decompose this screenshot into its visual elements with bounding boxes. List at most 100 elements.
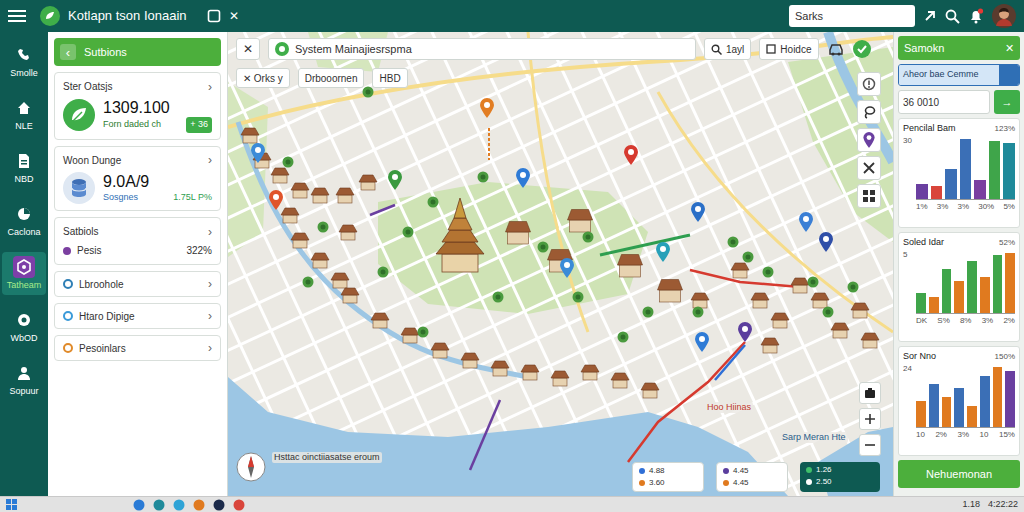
sidebar-item[interactable]: NLE <box>2 93 46 136</box>
chevron[interactable]: › <box>208 154 212 166</box>
close-button[interactable]: ✕ <box>236 38 260 60</box>
stat-card[interactable]: Ster Oatsjs›1309.100Forn daded ch+ 36 <box>54 72 221 140</box>
chart-bar[interactable] <box>942 269 952 313</box>
menu-icon[interactable] <box>8 9 26 23</box>
chart-bar[interactable] <box>916 184 928 199</box>
map-search[interactable] <box>268 38 696 60</box>
pin-icon[interactable] <box>388 170 402 190</box>
pin-icon[interactable] <box>738 322 752 342</box>
legend-chip[interactable]: 4.454.45 <box>716 462 788 492</box>
filter-chip[interactable]: HBD <box>372 68 407 88</box>
alert-icon[interactable] <box>857 72 881 96</box>
chart-bar[interactable] <box>954 281 964 313</box>
chart-bar[interactable] <box>916 401 926 427</box>
link-row[interactable]: Pesoinlars› <box>54 335 221 361</box>
layer-button[interactable]: Hoidce <box>759 38 818 60</box>
chart-bar[interactable] <box>931 186 943 199</box>
check-icon[interactable] <box>853 40 871 58</box>
window-icon[interactable] <box>207 9 221 23</box>
chevron[interactable]: › <box>208 226 212 238</box>
pin-icon[interactable] <box>819 232 833 252</box>
share-icon[interactable] <box>923 9 937 23</box>
app-icon[interactable] <box>133 499 145 511</box>
link-row[interactable]: Lbroohole› <box>54 271 221 297</box>
link-row[interactable]: Htaro Dipige› <box>54 303 221 329</box>
car-icon[interactable] <box>827 41 845 57</box>
chart-bar[interactable] <box>916 293 926 313</box>
pin-icon[interactable] <box>560 258 574 278</box>
camera-icon[interactable] <box>859 382 881 404</box>
chart-bar[interactable] <box>942 397 952 427</box>
chart-bar[interactable] <box>954 388 964 427</box>
chevron[interactable]: › <box>208 81 212 93</box>
search-box[interactable] <box>789 5 915 27</box>
pin-icon[interactable] <box>695 332 709 352</box>
pin-icon[interactable] <box>251 143 265 163</box>
tab[interactable]: Aheor bae Cemme <box>898 64 1020 86</box>
sidebar-item[interactable]: WbOD <box>2 305 46 348</box>
pin-icon[interactable] <box>691 202 705 222</box>
app-icon[interactable] <box>213 499 225 511</box>
chart-bar[interactable] <box>993 367 1003 427</box>
legend-chip[interactable]: 4.883.60 <box>632 462 704 492</box>
search-icon[interactable] <box>945 9 960 24</box>
app-icon[interactable] <box>233 499 245 511</box>
chevron[interactable]: › <box>208 278 212 290</box>
chart-bar[interactable] <box>967 406 977 427</box>
lasso-icon[interactable] <box>857 100 881 124</box>
chart-bar[interactable] <box>945 169 957 199</box>
sidebar-item[interactable]: Smolle <box>2 40 46 83</box>
chevron[interactable]: › <box>208 310 212 322</box>
action-button[interactable]: Nehuemonan <box>898 460 1020 488</box>
find-button[interactable]: 1ayl <box>704 38 751 60</box>
zoom-out-icon[interactable] <box>859 434 881 456</box>
chart-bar[interactable] <box>1003 143 1015 199</box>
filter-chip[interactable]: Drbooornen <box>298 68 365 88</box>
chart-bar[interactable] <box>967 261 977 313</box>
pin-icon[interactable] <box>656 242 670 262</box>
section-card[interactable]: Satbiols›Pesis322% <box>54 217 221 265</box>
avatar-icon[interactable] <box>992 4 1016 28</box>
start-icon[interactable] <box>6 499 17 510</box>
chart-bar[interactable] <box>929 384 939 427</box>
app-icon[interactable] <box>153 499 165 511</box>
text-field[interactable] <box>898 90 990 114</box>
grid-icon[interactable] <box>857 184 881 208</box>
zoom-in-icon[interactable] <box>859 408 881 430</box>
app-icon[interactable] <box>193 499 205 511</box>
chart-bar[interactable] <box>993 255 1003 313</box>
chart-bar[interactable] <box>929 297 939 313</box>
back-button[interactable]: ‹ <box>60 44 76 60</box>
sidebar-item[interactable]: Caclona <box>2 199 46 242</box>
pin-icon[interactable] <box>516 168 530 188</box>
text-field[interactable] <box>295 41 689 58</box>
chart-bar[interactable] <box>980 376 990 427</box>
bell-icon[interactable] <box>968 8 984 24</box>
map-view[interactable]: Hsttac oinctiiasatse eroumHoo HiinasSarp… <box>228 32 893 496</box>
chart-bar[interactable] <box>1005 253 1015 313</box>
close-button[interactable]: ✕ <box>229 9 239 23</box>
chart-bar[interactable] <box>1005 371 1015 427</box>
chart-bar[interactable] <box>960 139 972 199</box>
filter-chip[interactable]: ✕ Orks y <box>236 68 290 88</box>
sidebar-item[interactable]: Sopuur <box>2 358 46 401</box>
sidebar-item[interactable]: NBD <box>2 146 46 189</box>
panel-header[interactable]: ‹Sutbions <box>54 38 221 66</box>
legend-chip[interactable]: 1.262.50 <box>800 462 880 492</box>
sidebar-item[interactable]: Tatheam <box>2 252 46 295</box>
close-button[interactable]: ✕ <box>1005 40 1014 57</box>
pin-icon[interactable] <box>624 145 638 165</box>
compass-icon[interactable] <box>236 452 266 482</box>
pin-icon[interactable] <box>480 98 494 118</box>
section-row[interactable]: Pesis322% <box>63 243 212 258</box>
chart-bar[interactable] <box>974 180 986 199</box>
text-field[interactable] <box>795 8 909 25</box>
pin-icon[interactable] <box>857 128 881 152</box>
stat-card[interactable]: Woon Dunge›9.0A/9Sosgnes1.75L P% <box>54 146 221 212</box>
pin-icon[interactable] <box>799 212 813 232</box>
app-icon[interactable] <box>173 499 185 511</box>
go-button[interactable]: → <box>994 90 1020 114</box>
tools-icon[interactable] <box>857 156 881 180</box>
pin-icon[interactable] <box>269 190 283 210</box>
chart-bar[interactable] <box>980 277 990 313</box>
